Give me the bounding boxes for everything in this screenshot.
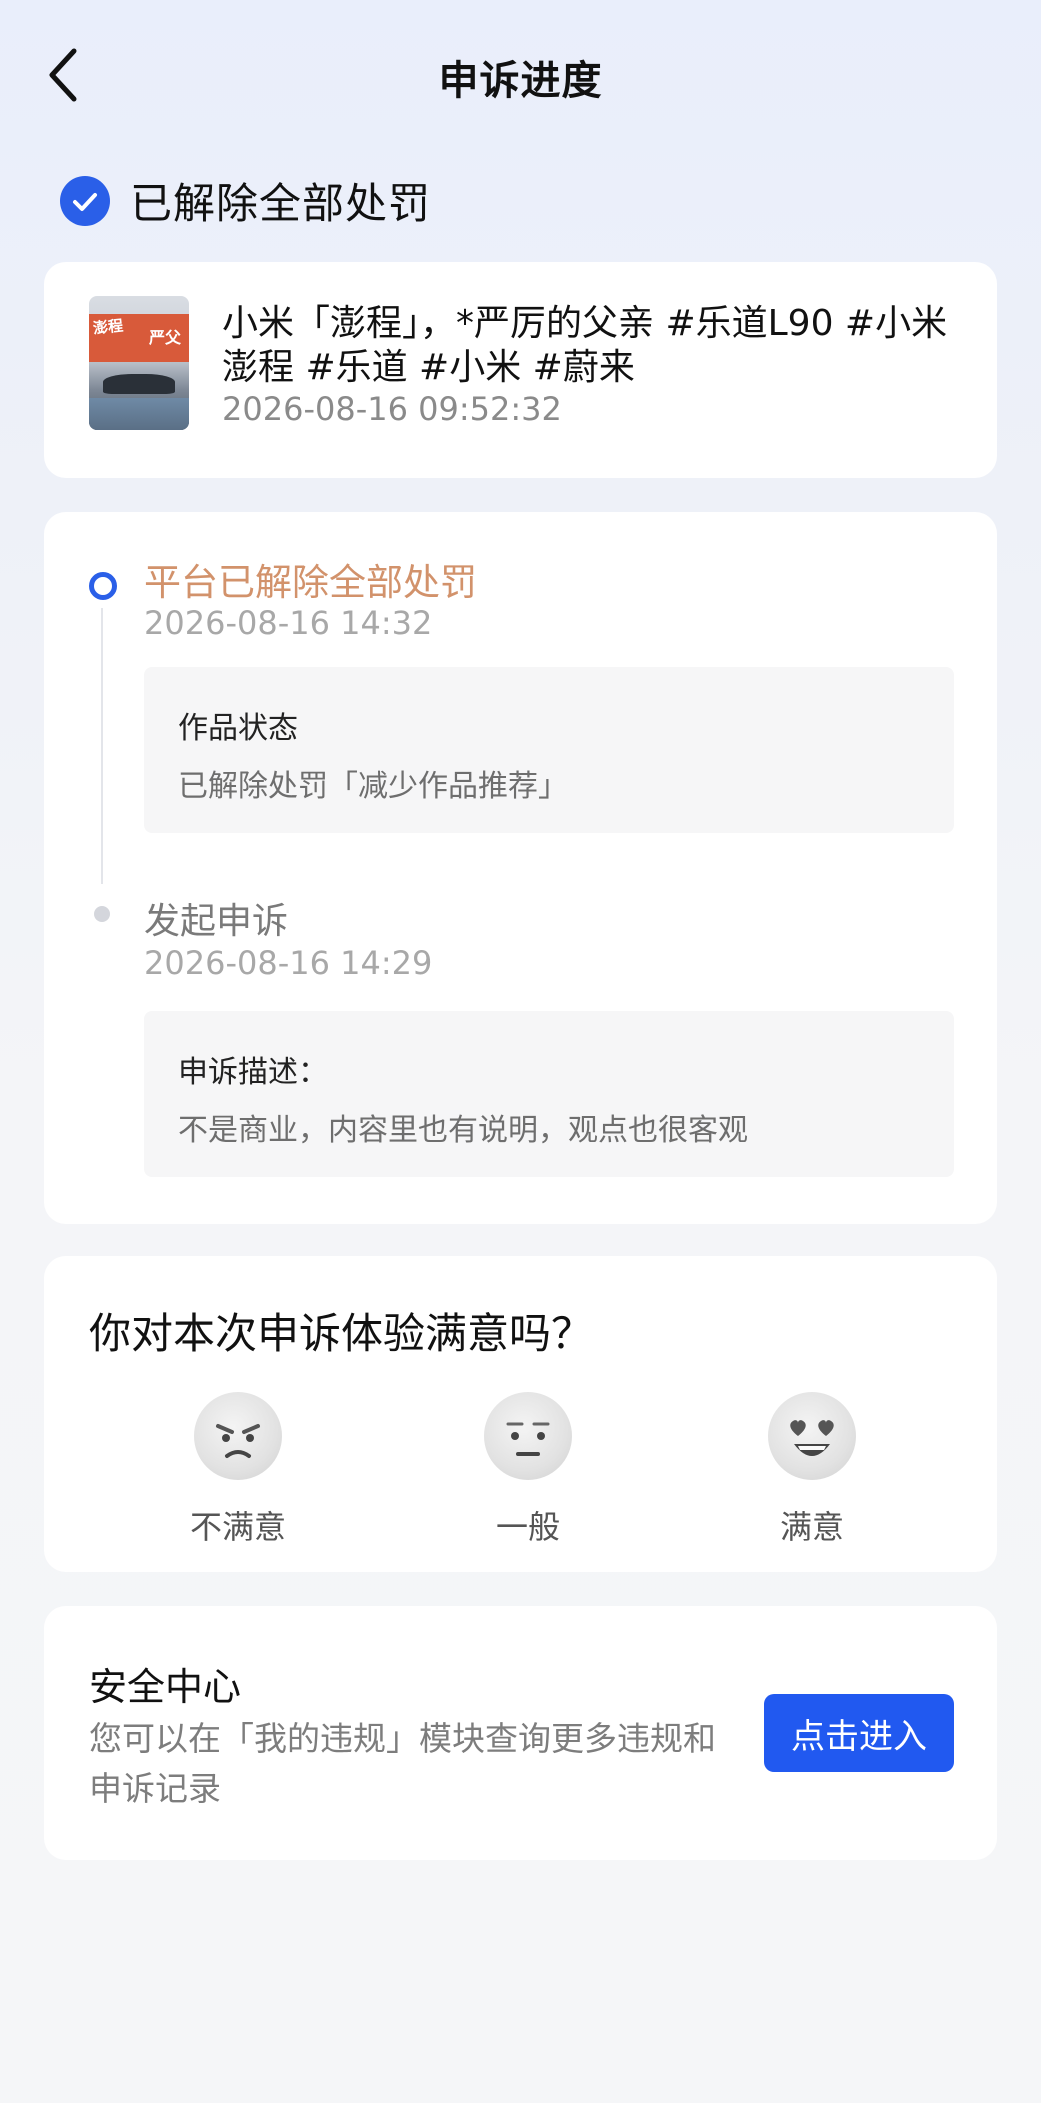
survey-option-label[interactable]: 满意 <box>712 1502 912 1548</box>
status-text: 已解除全部处罚 <box>130 179 432 228</box>
survey-card: 你对本次申诉体验满意吗？ 不满意 一般 满意 <box>44 1256 997 1572</box>
status-banner: 已解除全部处罚 <box>60 170 431 231</box>
thumbnail-text-1: 澎程 <box>92 316 124 338</box>
appeal-description-box: 申诉描述： 不是商业，内容里也有说明，观点也很客观 <box>144 1011 954 1177</box>
security-description: 您可以在「我的违规」模块查询更多违规和申诉记录 <box>89 1719 716 1808</box>
survey-option-label[interactable]: 一般 <box>428 1502 628 1548</box>
work-status-label: 作品状态 <box>178 711 298 746</box>
check-circle-icon <box>60 175 110 226</box>
thumbnail-text-2: 严父 <box>149 328 182 347</box>
heart-eyes-face-icon[interactable] <box>768 1392 856 1480</box>
work-status-box: 作品状态 已解除处罚「减少作品推荐」 <box>144 667 954 833</box>
security-title: 安全中心 <box>89 1665 242 1709</box>
header: 申诉进度 <box>0 0 1041 150</box>
timeline-dot-active <box>89 572 117 600</box>
security-card: 安全中心 您可以在「我的违规」模块查询更多违规和申诉记录 点击进入 <box>44 1606 997 1860</box>
post-thumbnail: 澎程 严父 <box>89 296 189 430</box>
timeline-step-time: 2026-08-16 14:32 <box>144 604 433 642</box>
timeline-line <box>101 608 103 884</box>
angry-face-icon[interactable] <box>194 1392 282 1480</box>
appeal-description-label: 申诉描述： <box>178 1055 328 1090</box>
survey-option-label[interactable]: 不满意 <box>138 1502 338 1548</box>
post-title: 小米「澎程」，*严厉的父亲 #乐道L90 #小米澎程 #乐道 #小米 #蔚来 <box>222 303 948 388</box>
enter-button[interactable]: 点击进入 <box>764 1694 954 1772</box>
post-time: 2026-08-16 09:52:32 <box>222 390 562 428</box>
work-status-value: 已解除处罚「减少作品推荐」 <box>178 769 568 804</box>
neutral-face-icon[interactable] <box>484 1392 572 1480</box>
page-title: 申诉进度 <box>438 58 603 104</box>
timeline-step-time: 2026-08-16 14:29 <box>144 944 433 982</box>
survey-question: 你对本次申诉体验满意吗？ <box>89 1309 594 1358</box>
thumbnail-car <box>103 374 175 394</box>
post-card[interactable]: 澎程 严父 小米「澎程」，*严厉的父亲 #乐道L90 #小米澎程 #乐道 #小米… <box>44 262 997 478</box>
appeal-description-value: 不是商业，内容里也有说明，观点也很客观 <box>178 1113 748 1148</box>
thumbnail-ground <box>89 398 189 430</box>
timeline-step-title: 平台已解除全部处罚 <box>144 561 477 604</box>
timeline-step-title: 发起申诉 <box>144 901 289 942</box>
timeline-dot <box>94 906 110 922</box>
timeline-card: 平台已解除全部处罚 2026-08-16 14:32 作品状态 已解除处罚「减少… <box>44 512 997 1224</box>
